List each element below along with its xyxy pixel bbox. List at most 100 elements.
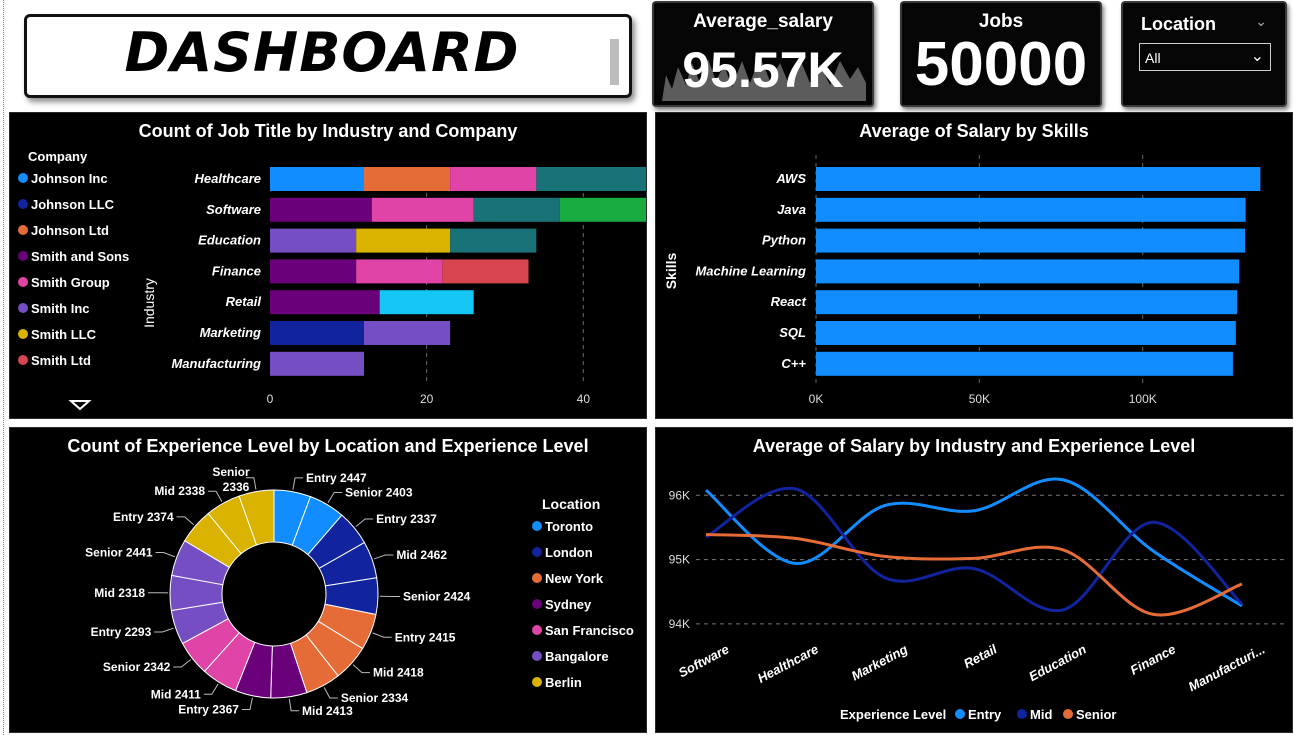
x-tick-label: 100K: [1129, 392, 1157, 406]
legend-dot: [1063, 709, 1073, 719]
bar-segment: [270, 167, 364, 191]
slice-label: Senior: [212, 465, 250, 479]
leader-line: [241, 697, 253, 711]
legend-label: Senior: [1076, 707, 1116, 722]
title-scrollbar[interactable]: [610, 39, 619, 85]
legend-dot: [18, 173, 28, 183]
category-label: Software: [206, 202, 261, 217]
legend-dot: [955, 709, 965, 719]
bar: [816, 321, 1236, 345]
legend-label: New York: [545, 571, 604, 586]
bar-segment: [450, 228, 537, 253]
legend-dot: [18, 303, 28, 313]
bar-segment: [473, 197, 560, 222]
leader-line: [355, 518, 374, 528]
slice-label: Mid 2462: [396, 548, 447, 562]
legend-label: Entry: [968, 707, 1002, 722]
slice-label: Mid 2418: [373, 666, 424, 680]
slice-label: Entry 2337: [376, 512, 437, 526]
bar-segment: [270, 228, 357, 253]
x-tick-label: Software: [676, 641, 732, 680]
legend-label: Sydney: [545, 597, 592, 612]
category-label: Machine Learning: [695, 263, 806, 278]
legend-dot: [18, 199, 28, 209]
legend-dot: [532, 573, 542, 583]
slice-label: 2336: [223, 480, 250, 494]
x-tick-label: 0K: [809, 392, 824, 406]
salary-by-skills-panel: Average of Salary by Skills Skills 0K 50K 1…: [655, 112, 1293, 419]
legend-title: Location: [542, 496, 600, 512]
legend-dot: [532, 599, 542, 609]
slice-label: Entry 2293: [91, 625, 152, 639]
category-label: Manufacturing: [171, 356, 261, 371]
legend-dot: [18, 277, 28, 287]
category-label: React: [771, 294, 807, 309]
legend-label: Johnson Ltd: [31, 223, 109, 238]
slice-label: Mid 2411: [151, 687, 201, 701]
legend-dot: [18, 355, 28, 365]
leader-line: [155, 552, 175, 558]
bar-segment: [379, 290, 474, 315]
leader-line: [373, 554, 394, 560]
legend-label: Smith Inc: [31, 301, 90, 316]
x-tick-label: Retail: [961, 641, 1000, 671]
bar-segment: [270, 321, 364, 345]
legend-label: Bangalore: [545, 649, 609, 664]
chevron-down-icon[interactable]: ⌄: [1255, 13, 1267, 30]
leader-line: [323, 687, 338, 699]
legend-dot: [18, 225, 28, 235]
slice-label: Entry 2447: [306, 471, 367, 485]
salary-by-industry-experience-panel: Average of Salary by Industry and Experi…: [655, 427, 1293, 733]
slice-label: Senior 2424: [403, 589, 471, 603]
bar: [816, 351, 1233, 376]
category-label: Finance: [212, 263, 261, 278]
slice-label: Senior 2342: [103, 660, 171, 674]
bar-segment: [450, 167, 537, 191]
legend-label: Toronto: [545, 519, 593, 534]
category-label: Marketing: [200, 325, 261, 340]
slice-label: Entry 2374: [113, 510, 174, 524]
slice-label: Entry 2367: [178, 703, 239, 717]
x-tick-label: 40: [577, 392, 591, 406]
y-tick-label: 94K: [669, 617, 690, 631]
x-tick-label: Manufacturi...: [1186, 641, 1268, 694]
location-dropdown[interactable]: All ⌄: [1139, 43, 1271, 71]
legend-dot: [18, 251, 28, 261]
jobs-value: 50000: [914, 30, 1088, 99]
x-tick-label: Healthcare: [755, 641, 821, 685]
slice-label: Mid 2338: [154, 484, 205, 498]
series-line: [705, 533, 1243, 617]
bar-segment: [371, 197, 474, 222]
leader-line: [154, 627, 174, 633]
category-label: Python: [762, 233, 806, 248]
bar-segment: [270, 290, 380, 315]
y-axis-label: Skills: [663, 253, 679, 290]
x-tick-label: 20: [420, 392, 434, 406]
category-label: Retail: [226, 294, 262, 309]
leader-line: [352, 664, 370, 674]
average-salary-label: Average_salary: [693, 11, 833, 32]
legend-label: Smith Ltd: [31, 353, 91, 368]
average-salary-value: 95.57K: [682, 42, 844, 98]
legend-dot: [532, 625, 542, 635]
legend-dot: [532, 651, 542, 661]
bar-segment: [364, 167, 451, 191]
x-tick-label: Finance: [1128, 641, 1178, 677]
average-salary-card: Average_salary 95.57K: [652, 1, 874, 107]
leader-line: [173, 659, 192, 668]
legend-label: Smith and Sons: [31, 249, 129, 264]
legend-label: Berlin: [545, 675, 582, 690]
leader-line: [176, 516, 195, 526]
slice-label: Mid 2413: [302, 704, 353, 718]
legend-dot: [18, 329, 28, 339]
bar-segment: [364, 321, 451, 345]
legend-title: Company: [28, 149, 88, 164]
legend-title: Experience Level: [840, 707, 946, 722]
bar-segment: [356, 259, 443, 284]
legend-label: Smith LLC: [31, 327, 97, 342]
salary-line-chart: 96K 95K 94K Software Healthcare Marketing Reta…: [669, 477, 1286, 722]
legend-dot: [532, 521, 542, 531]
category-label: SQL: [779, 325, 806, 340]
x-tick-label: Education: [1026, 641, 1089, 684]
leader-line: [292, 477, 304, 490]
